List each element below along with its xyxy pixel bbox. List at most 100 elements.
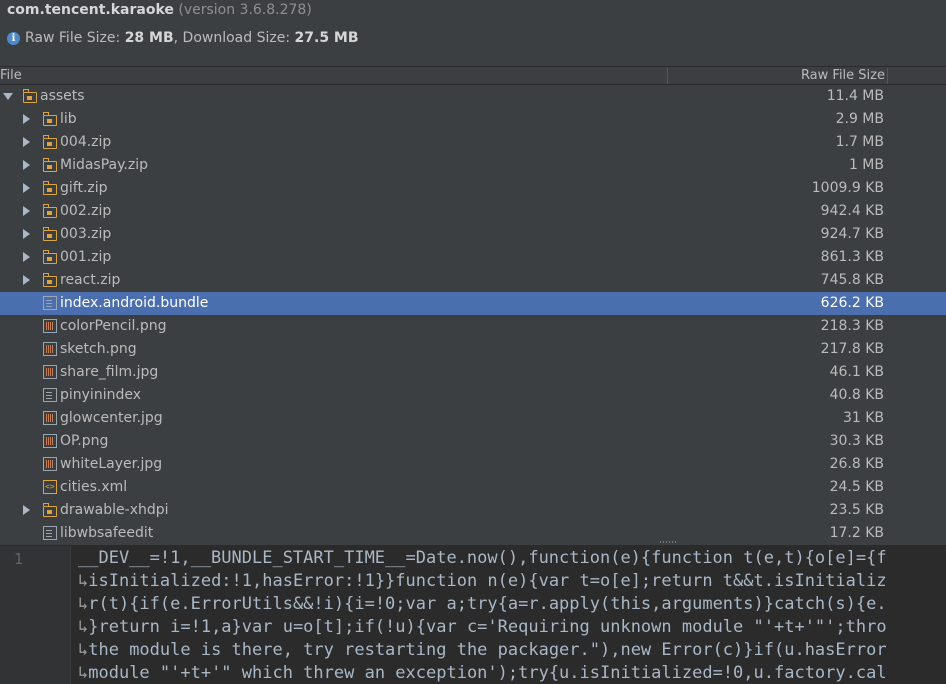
code-line: ↳}return i=!1,a}var u=o[t];if(!u){var c=… — [78, 616, 887, 639]
xml-file-icon — [43, 480, 57, 494]
tree-item-name: lib — [60, 111, 77, 127]
folder-icon — [42, 135, 57, 149]
tree-item-name: glowcenter.jpg — [60, 410, 163, 426]
expand-arrow-icon[interactable] — [23, 275, 30, 285]
tree-item-name: drawable-xhdpi — [60, 502, 169, 518]
code-line: ↳the module is there, try restarting the… — [78, 639, 887, 662]
expand-arrow-icon[interactable] — [23, 137, 30, 147]
column-header-raw-size-label: Raw File Size — [800, 68, 885, 83]
expand-arrow-icon[interactable] — [23, 252, 30, 262]
file-icon — [43, 526, 57, 540]
code-text: __DEV__=!1,__BUNDLE_START_TIME__=Date.no… — [78, 548, 887, 568]
tree-item-name: OP.png — [60, 433, 109, 449]
tree-item-size: 2.9 MB — [835, 111, 884, 127]
tree-item-name: 002.zip — [60, 203, 112, 219]
size-summary: i Raw File Size: 28 MB, Download Size: 27… — [7, 30, 359, 46]
tree-item-name: cities.xml — [60, 479, 128, 495]
tree-row[interactable]: 001.zip 861.3 KB — [0, 246, 946, 269]
code-line: ↳module "'+t+'" which threw an exception… — [78, 662, 887, 684]
tree-item-name: MidasPay.zip — [60, 157, 148, 173]
expand-arrow-icon[interactable] — [23, 183, 30, 193]
apk-title: com.tencent.karaoke (version 3.6.8.278) — [7, 2, 312, 18]
soft-wrap-icon: ↳ — [78, 571, 89, 591]
collapse-arrow-icon[interactable] — [3, 93, 13, 100]
tree-row[interactable]: lib 2.9 MB — [0, 108, 946, 131]
tree-item-size: 217.8 KB — [820, 341, 884, 357]
tree-item-name: whiteLayer.jpg — [60, 456, 163, 472]
tree-item-name: assets — [40, 88, 85, 104]
tree-row[interactable]: 004.zip 1.7 MB — [0, 131, 946, 154]
tree-item-name: gift.zip — [60, 180, 108, 196]
tree-row[interactable]: sketch.png 217.8 KB — [0, 338, 946, 361]
tree-row[interactable]: share_film.jpg 46.1 KB — [0, 361, 946, 384]
soft-wrap-icon: ↳ — [78, 640, 89, 660]
folder-icon — [42, 250, 57, 264]
code-viewer[interactable]: 1 __DEV__=!1,__BUNDLE_START_TIME__=Date.… — [0, 546, 946, 684]
download-size-value: 27.5 MB — [294, 30, 359, 46]
tree-item-size: 218.3 KB — [820, 318, 884, 334]
raw-size-value: 28 MB — [124, 30, 174, 46]
tree-item-size: 30.3 KB — [829, 433, 884, 449]
file-icon — [43, 388, 57, 402]
folder-icon — [42, 112, 57, 126]
tree-row[interactable]: libwbsafeedit 17.2 KB — [0, 522, 946, 540]
tree-item-name: 001.zip — [60, 249, 112, 265]
tree-row[interactable]: drawable-xhdpi 23.5 KB — [0, 499, 946, 522]
expand-arrow-icon[interactable] — [23, 160, 30, 170]
tree-item-size: 17.2 KB — [829, 525, 884, 540]
folder-icon — [42, 158, 57, 172]
tree-row[interactable]: index.android.bundle 626.2 KB — [0, 292, 946, 315]
tree-row[interactable]: OP.png 30.3 KB — [0, 430, 946, 453]
tree-item-size: 1 MB — [848, 157, 884, 173]
folder-icon — [22, 89, 37, 103]
image-file-icon — [43, 457, 57, 471]
image-file-icon — [43, 319, 57, 333]
tree-item-size: 46.1 KB — [829, 364, 884, 380]
image-file-icon — [43, 411, 57, 425]
folder-icon — [42, 227, 57, 241]
tree-row[interactable]: colorPencil.png 218.3 KB — [0, 315, 946, 338]
tree-item-size: 1009.9 KB — [811, 180, 884, 196]
image-file-icon — [43, 365, 57, 379]
tree-row[interactable]: MidasPay.zip 1 MB — [0, 154, 946, 177]
tree-item-size: 861.3 KB — [820, 249, 884, 265]
tree-item-size: 40.8 KB — [829, 387, 884, 403]
tree-row[interactable]: react.zip 745.8 KB — [0, 269, 946, 292]
code-line: __DEV__=!1,__BUNDLE_START_TIME__=Date.no… — [78, 547, 887, 570]
apk-header: com.tencent.karaoke (version 3.6.8.278) … — [0, 0, 946, 66]
tree-row[interactable]: pinyinindex 40.8 KB — [0, 384, 946, 407]
tree-item-size: 24.5 KB — [829, 479, 884, 495]
folder-icon — [42, 273, 57, 287]
tree-row[interactable]: assets 11.4 MB — [0, 85, 946, 108]
tree-item-name: react.zip — [60, 272, 121, 288]
tree-row[interactable]: gift.zip 1009.9 KB — [0, 177, 946, 200]
tree-item-name: pinyinindex — [60, 387, 141, 403]
column-header-raw-size[interactable]: Raw File Size — [668, 68, 888, 84]
expand-arrow-icon[interactable] — [23, 114, 30, 124]
tree-item-size: 745.8 KB — [820, 272, 884, 288]
tree-row[interactable]: 003.zip 924.7 KB — [0, 223, 946, 246]
expand-arrow-icon[interactable] — [23, 229, 30, 239]
tree-item-name: sketch.png — [60, 341, 137, 357]
file-tree[interactable]: assets 11.4 MB lib 2.9 MB 004.zip 1.7 MB Midas… — [0, 85, 946, 540]
line-number: 1 — [14, 550, 24, 568]
folder-icon — [42, 204, 57, 218]
code-line: ↳r(t){if(e.ErrorUtils&&!i){i=!0;var a;tr… — [78, 593, 887, 616]
tree-row[interactable]: cities.xml 24.5 KB — [0, 476, 946, 499]
expand-arrow-icon[interactable] — [23, 505, 30, 515]
tree-row[interactable]: whiteLayer.jpg 26.8 KB — [0, 453, 946, 476]
tree-row[interactable]: 002.zip 942.4 KB — [0, 200, 946, 223]
version-text: (version 3.6.8.278) — [173, 2, 312, 18]
code-line: ↳isInitialized:!1,hasError:!1}}function … — [78, 570, 887, 593]
soft-wrap-icon: ↳ — [78, 617, 89, 637]
tree-item-name: 003.zip — [60, 226, 112, 242]
package-name: com.tencent.karaoke — [7, 2, 174, 18]
column-header-file[interactable]: File — [0, 68, 668, 84]
image-file-icon — [43, 342, 57, 356]
tree-item-size: 924.7 KB — [820, 226, 884, 242]
expand-arrow-icon[interactable] — [23, 206, 30, 216]
splitter-grip-icon[interactable] — [660, 541, 676, 543]
tree-item-name: 004.zip — [60, 134, 112, 150]
tree-row[interactable]: glowcenter.jpg 31 KB — [0, 407, 946, 430]
table-header: File Raw File Size — [0, 66, 946, 85]
